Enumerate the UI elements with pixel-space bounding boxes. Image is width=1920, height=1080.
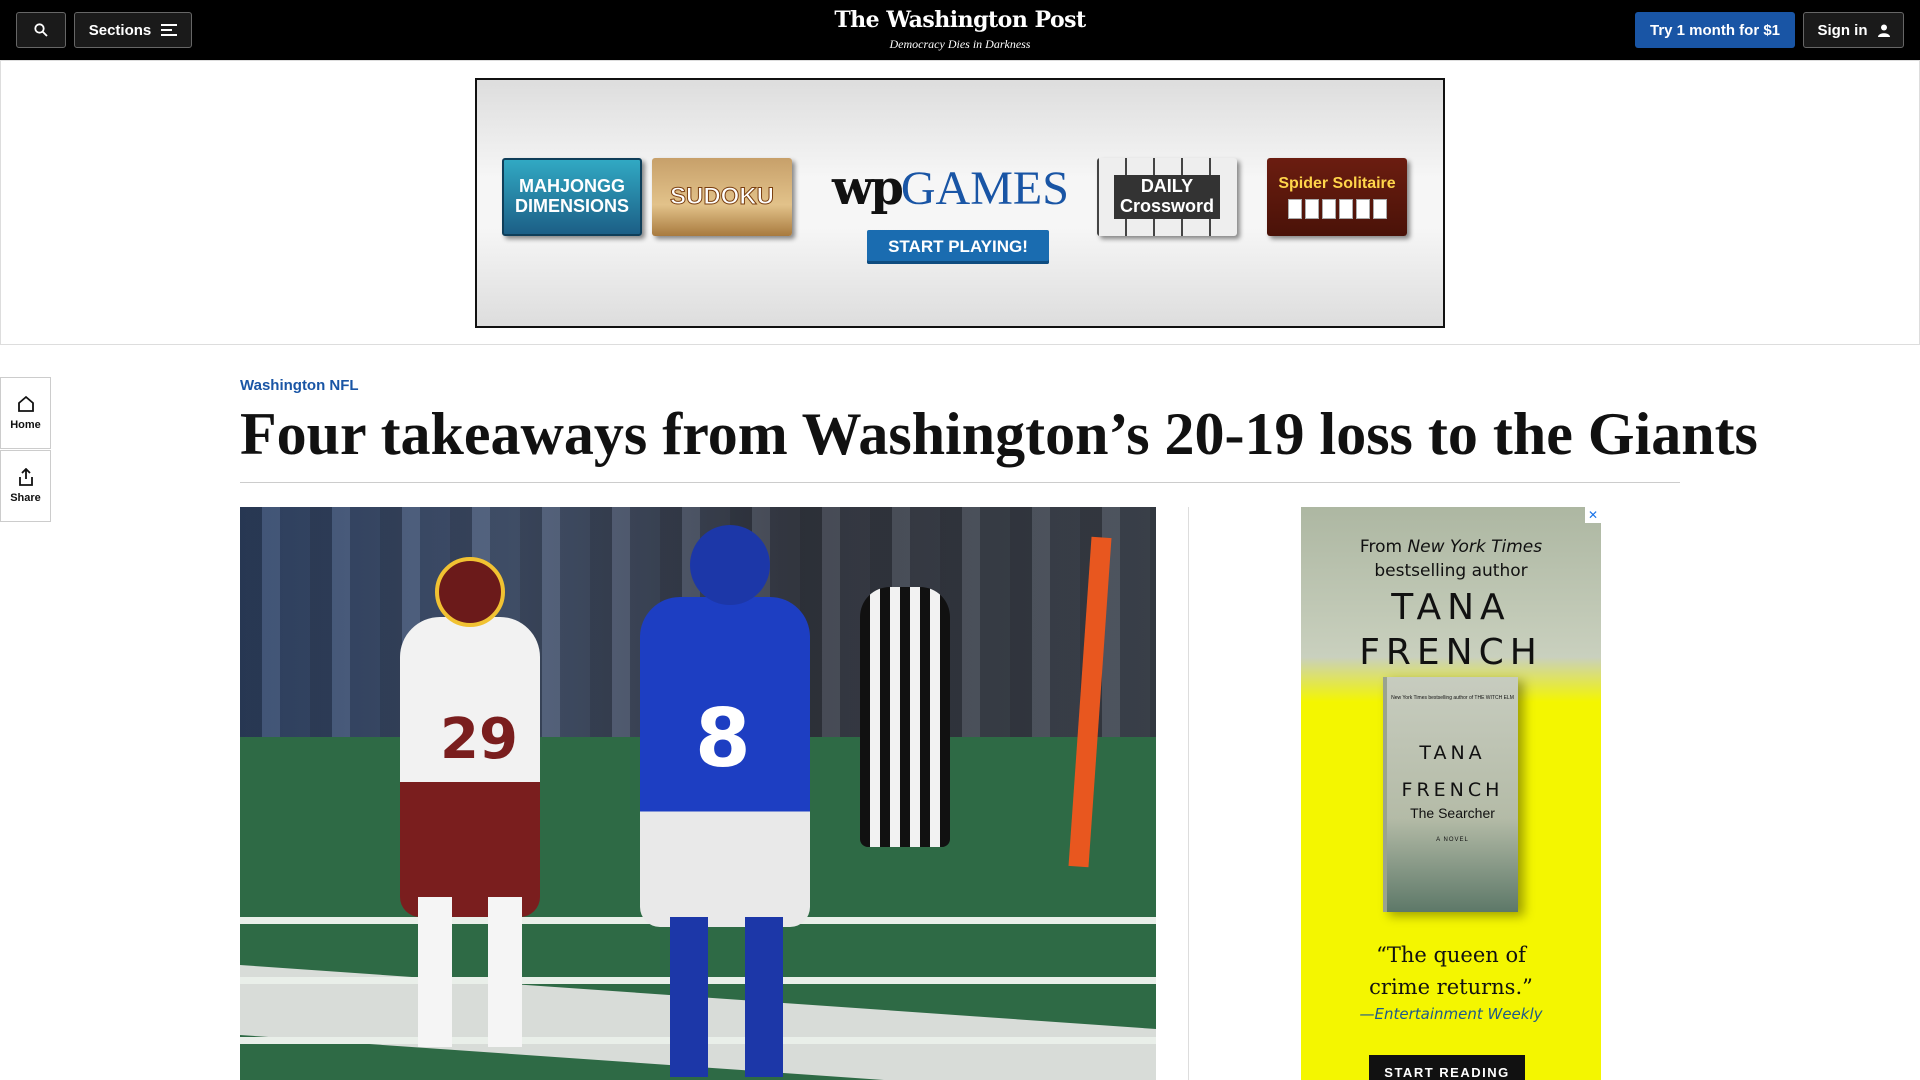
ad-quote: “The queen of crime returns.”: [1301, 939, 1601, 1003]
article-headline: Four takeaways from Washington’s 20-19 l…: [240, 401, 1758, 467]
rail-home-button[interactable]: Home: [0, 377, 51, 449]
user-icon: [1877, 24, 1890, 37]
spider-solitaire-tile[interactable]: Spider Solitaire: [1267, 158, 1407, 236]
ad-author-last: FRENCH: [1359, 632, 1543, 673]
share-icon: [18, 468, 33, 486]
top-navigation-bar: Sections The Washington Post Democracy D…: [0, 0, 1920, 60]
home-icon: [17, 395, 34, 412]
ad-from-prefix: From: [1359, 537, 1403, 557]
book-ad[interactable]: ✕ From New York Times bestselling author…: [1301, 507, 1601, 1080]
book-cover-author-first: TANA: [1419, 742, 1486, 764]
book-cover-title: The Searcher: [1410, 805, 1495, 821]
photo-washington-defender: 29: [400, 557, 540, 1047]
rail-home-label: Home: [10, 419, 41, 431]
ad-from-text: From New York Times bestselling author: [1301, 535, 1601, 583]
book-cover-author: TANA FRENCH: [1387, 735, 1518, 809]
spider-solitaire-label: Spider Solitaire: [1278, 175, 1396, 193]
ad-author-name: TANA FRENCH: [1301, 585, 1601, 675]
book-cover-image: New York Times bestselling author of THE…: [1383, 677, 1518, 912]
daily-crossword-tile[interactable]: DAILY Crossword: [1097, 158, 1237, 236]
wp-games-ad-banner[interactable]: MAHJONGG DIMENSIONS SUDOKU wpGAMES START…: [475, 78, 1445, 328]
ad-author-first: TANA: [1391, 587, 1511, 628]
crossword-label-line2: Crossword: [1119, 196, 1215, 216]
headline-divider: [240, 482, 1680, 483]
photo-referee: [860, 587, 950, 847]
logo-name: The Washington Post: [834, 7, 1086, 33]
crossword-label: DAILY Crossword: [1113, 175, 1221, 219]
ad-from-suffix: bestselling author: [1374, 561, 1528, 581]
games-word: GAMES: [900, 162, 1069, 215]
logo-tagline: Democracy Dies in Darkness: [889, 37, 1031, 51]
start-reading-button[interactable]: START READING: [1369, 1055, 1525, 1080]
section-kicker-link[interactable]: Washington NFL: [240, 377, 359, 394]
ad-quote-source: —Entertainment Weekly: [1359, 1005, 1543, 1023]
article-lead-photo: 29 8: [240, 507, 1156, 1080]
rail-share-label: Share: [10, 492, 41, 504]
rail-share-button[interactable]: Share: [0, 450, 51, 522]
start-playing-button[interactable]: START PLAYING!: [867, 230, 1049, 264]
ad-from-publication: New York Times: [1407, 537, 1543, 557]
wp-games-logo: wpGAMES: [832, 160, 1069, 216]
sudoku-tile[interactable]: SUDOKU: [652, 158, 792, 236]
crossword-label-line1: DAILY: [1140, 176, 1194, 197]
wp-logo-mark: wp: [832, 160, 904, 216]
site-logo[interactable]: The Washington Post Democracy Dies in Da…: [0, 7, 1920, 52]
book-cover-novel-label: A NOVEL: [1436, 837, 1469, 843]
sign-in-label: Sign in: [1817, 21, 1868, 39]
book-cover-author-last: FRENCH: [1401, 779, 1504, 801]
mahjongg-tile[interactable]: MAHJONGG DIMENSIONS: [502, 158, 642, 236]
photo-giants-quarterback: 8: [640, 525, 810, 1077]
book-cover-small-text: New York Times bestselling author of THE…: [1391, 695, 1514, 701]
ad-quote-line2: crime returns.”: [1369, 975, 1533, 999]
ad-choices-close-icon[interactable]: ✕: [1585, 507, 1601, 523]
sign-in-button[interactable]: Sign in: [1803, 12, 1904, 48]
ad-quote-line1: “The queen of: [1376, 943, 1526, 967]
playing-cards-graphic: [1287, 198, 1387, 219]
column-divider: [1188, 507, 1189, 1080]
subscribe-trial-button[interactable]: Try 1 month for $1: [1635, 12, 1795, 48]
